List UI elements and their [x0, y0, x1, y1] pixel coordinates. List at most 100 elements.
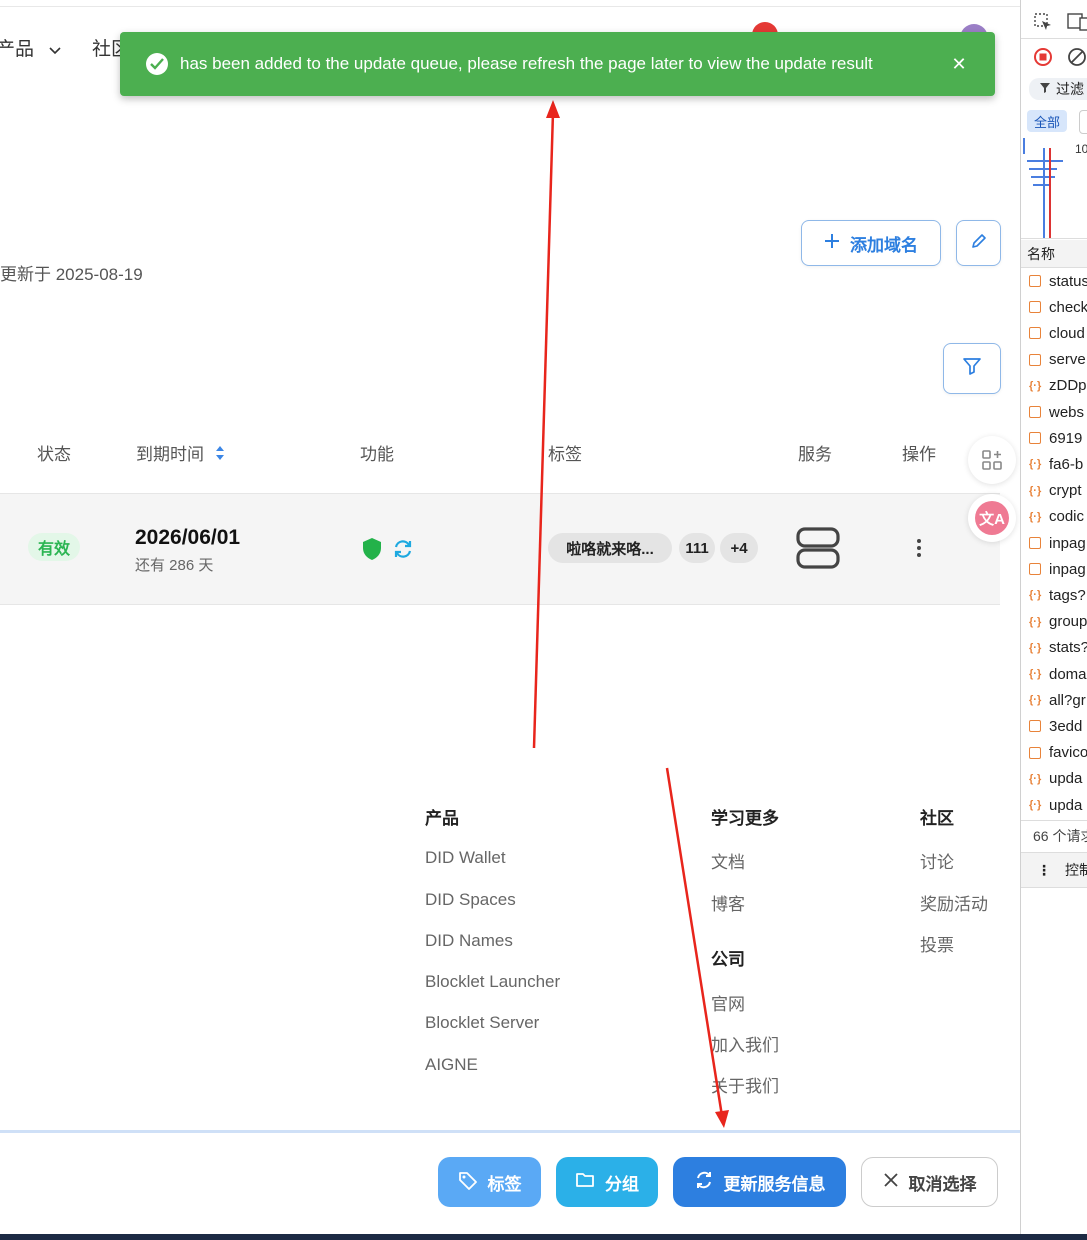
updated-text: 更新于 2025-08-19	[0, 265, 143, 284]
fetch-icon: {·}	[1029, 694, 1042, 707]
request-row[interactable]: {·} group	[1021, 609, 1087, 635]
fetch-icon: {·}	[1029, 641, 1042, 654]
console-drawer[interactable]: ⋮ 控制	[1021, 852, 1087, 888]
device-toggle-icon[interactable]	[1067, 12, 1087, 36]
footer-link[interactable]: 投票	[920, 931, 954, 956]
footer-link[interactable]: 加入我们	[711, 1031, 779, 1056]
tag-button[interactable]: 标签	[438, 1157, 541, 1207]
footer-link[interactable]: 官网	[711, 990, 745, 1015]
footer-link[interactable]: 博客	[711, 890, 745, 915]
fetch-icon: {·}	[1029, 510, 1042, 523]
request-row[interactable]: 3edd	[1021, 713, 1087, 739]
nav-products[interactable]: 产品	[0, 34, 61, 61]
console-tab-label[interactable]: 控制	[1065, 860, 1087, 880]
request-name: zDDp	[1049, 377, 1087, 395]
more-vertical-icon[interactable]	[910, 537, 928, 559]
inspect-element-icon[interactable]	[1033, 12, 1053, 36]
cancel-selection-button[interactable]: 取消选择	[861, 1157, 998, 1207]
request-name: codic	[1049, 508, 1085, 526]
fetch-icon: {·}	[1029, 484, 1042, 497]
column-header-expiry-label: 到期时间	[136, 445, 204, 464]
add-domain-label: 添加域名	[850, 235, 918, 255]
fetch-icon: {·}	[1029, 458, 1042, 471]
group-button[interactable]: 分组	[556, 1157, 658, 1207]
footer-link[interactable]: 奖励活动	[920, 890, 988, 915]
footer-link[interactable]: 文档	[711, 848, 745, 873]
tag-more-chip[interactable]: +4	[720, 533, 758, 563]
column-header-name[interactable]: 名称	[1021, 240, 1087, 268]
document-icon	[1029, 275, 1041, 287]
filter-icon	[962, 356, 982, 381]
document-icon	[1029, 746, 1041, 759]
request-row[interactable]: inpag	[1021, 530, 1087, 556]
request-row[interactable]: check	[1021, 294, 1087, 320]
record-stop-icon[interactable]	[1033, 47, 1053, 71]
footer-link[interactable]: DID Wallet	[425, 848, 506, 868]
request-name: webs	[1049, 403, 1085, 421]
plus-icon	[824, 233, 840, 254]
update-service-button[interactable]: 更新服务信息	[673, 1157, 846, 1207]
request-row[interactable]: serve	[1021, 347, 1087, 373]
request-row[interactable]: {·} upda	[1021, 792, 1087, 818]
check-circle-icon	[146, 53, 168, 75]
more-vertical-icon[interactable]: ⋮	[1037, 862, 1051, 879]
nav-products-label: 产品	[0, 39, 35, 60]
request-row[interactable]: {·} stats?	[1021, 635, 1087, 661]
footer-link[interactable]: AIGNE	[425, 1055, 478, 1075]
tag-chip[interactable]: 111	[679, 533, 715, 563]
request-summary-label: 66 个请求	[1033, 828, 1087, 844]
tag-chip[interactable]: 啦咯就来咯...	[548, 533, 672, 563]
apps-add-icon[interactable]	[968, 436, 1016, 484]
request-row[interactable]: cloud	[1021, 320, 1087, 346]
devtools-type-all[interactable]: 全部	[1027, 110, 1067, 132]
request-summary: 66 个请求	[1021, 820, 1087, 851]
request-name: favico	[1049, 744, 1087, 762]
document-icon	[1029, 537, 1041, 549]
server-icon[interactable]	[796, 527, 840, 574]
request-row[interactable]: status	[1021, 268, 1087, 294]
request-row[interactable]: {·} all?gr	[1021, 687, 1087, 713]
chevron-down-icon	[49, 39, 61, 61]
edit-button[interactable]	[956, 220, 1001, 266]
footer-link[interactable]: 讨论	[920, 848, 954, 873]
request-row[interactable]: {·} doma	[1021, 661, 1087, 687]
request-row[interactable]: webs	[1021, 399, 1087, 425]
devtools-filter-label: 过滤	[1056, 81, 1084, 97]
request-row[interactable]: favico	[1021, 740, 1087, 766]
request-name: cloud	[1049, 324, 1085, 342]
request-row[interactable]: {·} zDDp	[1021, 373, 1087, 399]
request-name: upda	[1049, 770, 1083, 788]
devtools-type-next[interactable]	[1079, 110, 1087, 134]
tag-icon	[458, 1170, 478, 1195]
filter-button[interactable]	[943, 343, 1001, 394]
request-name: check	[1049, 298, 1087, 316]
footer-link[interactable]: DID Names	[425, 931, 513, 951]
request-row[interactable]: {·} tags?	[1021, 582, 1087, 608]
shield-icon	[361, 537, 383, 566]
request-row[interactable]: {·} crypt	[1021, 478, 1087, 504]
column-header-status: 状态	[37, 445, 71, 464]
cancel-selection-label: 取消选择	[908, 1174, 977, 1194]
add-domain-button[interactable]: 添加域名	[801, 220, 941, 266]
column-header-services: 服务	[798, 445, 832, 464]
footer-link[interactable]: Blocklet Launcher	[425, 972, 560, 992]
remaining-days: 还有 286 天	[135, 557, 214, 574]
footer-link[interactable]: DID Spaces	[425, 890, 516, 910]
column-header-expiry[interactable]: 到期时间	[136, 440, 225, 466]
request-row[interactable]: {·} fa6-b	[1021, 451, 1087, 477]
translate-icon[interactable]: 文A	[968, 494, 1016, 542]
footer-link[interactable]: 关于我们	[711, 1072, 779, 1097]
toast-close-icon[interactable]: ✕	[949, 54, 969, 75]
document-icon	[1029, 353, 1041, 366]
clear-icon[interactable]	[1067, 47, 1087, 71]
request-row[interactable]: 6919	[1021, 425, 1087, 451]
request-row[interactable]: {·} codic	[1021, 504, 1087, 530]
refresh-icon	[694, 1170, 714, 1195]
footer-community-title: 社区	[920, 809, 954, 828]
footer-learn-title: 学习更多	[711, 809, 779, 828]
sort-icon[interactable]	[215, 445, 225, 466]
request-row[interactable]: inpag	[1021, 556, 1087, 582]
request-row[interactable]: {·} upda	[1021, 766, 1087, 792]
footer-link[interactable]: Blocklet Server	[425, 1013, 539, 1033]
devtools-filter[interactable]: 过滤	[1029, 78, 1087, 100]
